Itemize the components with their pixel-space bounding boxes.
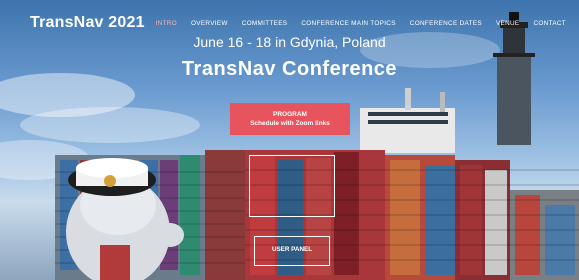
nav-item-intro[interactable]: INTRO [149,20,184,27]
site-logo[interactable]: TransNav 2021 [30,14,145,32]
center-outline-frame [249,155,335,217]
user-panel-button[interactable]: USER PANEL [254,236,330,266]
nav-item-dates[interactable]: CONFERENCE DATES [403,20,489,27]
nav-item-main-topics[interactable]: CONFERENCE MAIN TOPICS [294,20,402,27]
program-button-label: PROGRAM [273,111,307,118]
conference-title: TransNav Conference [181,58,398,80]
nav-item-contact[interactable]: CONTACT [526,20,573,27]
nav-item-committees[interactable]: COMMITTEES [235,20,295,27]
program-button[interactable]: PROGRAM Schedule with Zoom links [230,103,350,135]
program-button-sublabel: Schedule with Zoom links [250,120,330,127]
nav-item-overview[interactable]: OVERVIEW [184,20,235,27]
conference-date: June 16 - 18 in Gdynia, Poland [193,34,386,50]
nav-item-venue[interactable]: VENUE [489,20,527,27]
main-menu: INTRO OVERVIEW COMMITTEES CONFERENCE MAI… [149,20,573,27]
